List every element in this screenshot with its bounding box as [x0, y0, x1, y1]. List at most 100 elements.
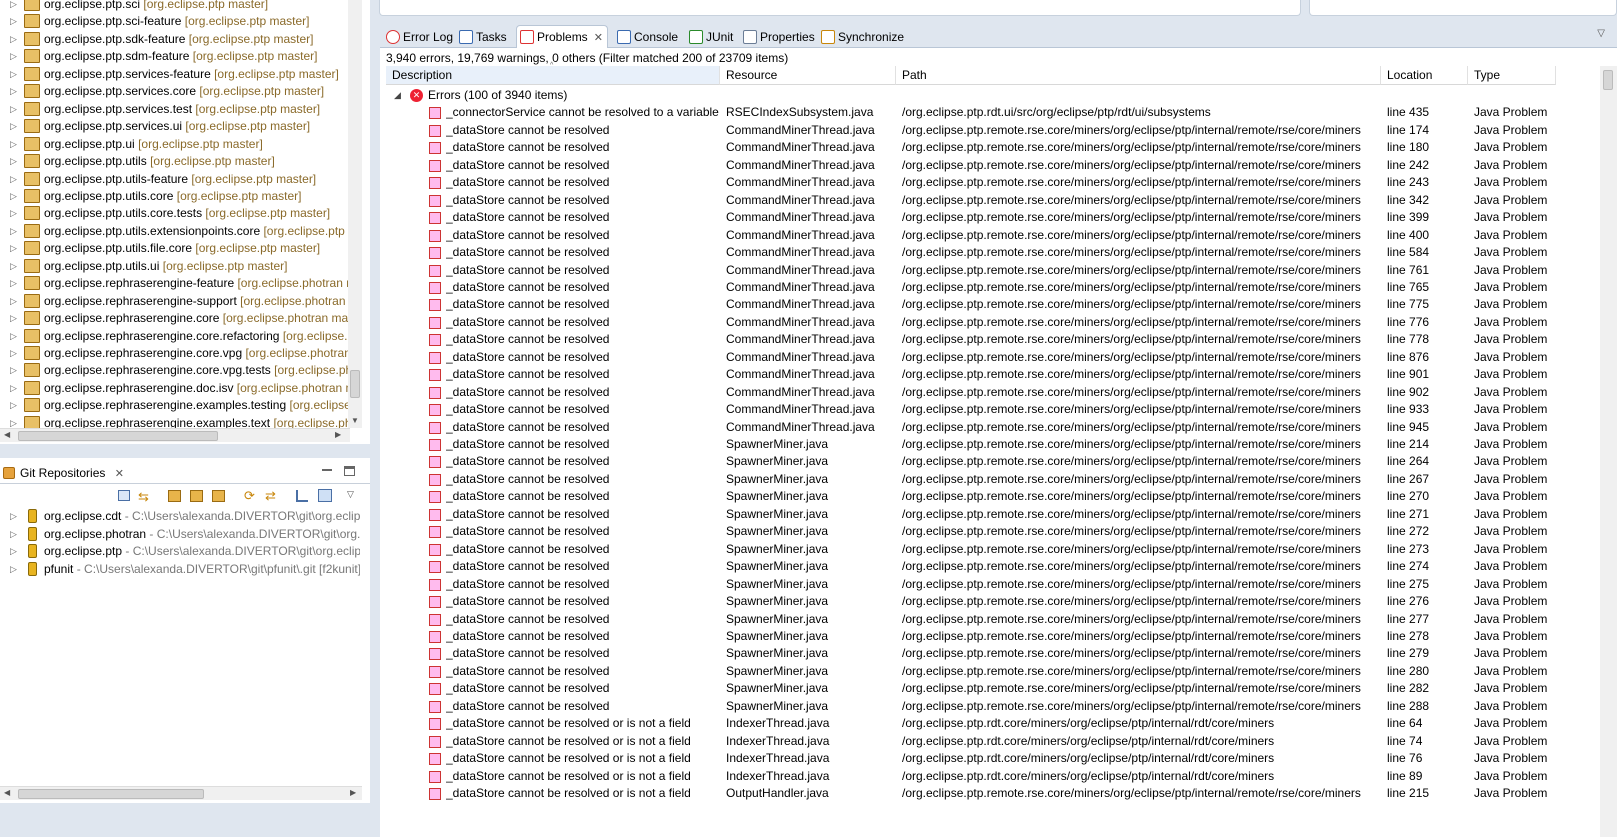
tree-item[interactable]: ▷ org.eclipse.rephraserengine.core.vpg.te… — [0, 361, 350, 379]
expand-arrow-icon[interactable]: ▷ — [10, 396, 20, 414]
problem-row[interactable]: _dataStore cannot be resolved CommandMine… — [386, 139, 1558, 157]
problem-row[interactable]: _dataStore cannot be resolved or is not … — [386, 750, 1558, 768]
problem-row[interactable]: _dataStore cannot be resolved or is not … — [386, 733, 1558, 751]
problem-row[interactable]: _dataStore cannot be resolved SpawnerMine… — [386, 680, 1558, 698]
problem-row[interactable]: _dataStore cannot be resolved SpawnerMine… — [386, 645, 1558, 663]
problem-row[interactable]: _dataStore cannot be resolved CommandMine… — [386, 157, 1558, 175]
tree-item[interactable]: ▷ org.eclipse.rephraserengine.core.vpg [o… — [0, 344, 350, 362]
problem-row[interactable]: _dataStore cannot be resolved CommandMine… — [386, 349, 1558, 367]
tab-tasks[interactable]: Tasks — [456, 26, 507, 48]
tree-item[interactable]: ▷ org.eclipse.rephraserengine-feature [or… — [0, 274, 350, 292]
expand-arrow-icon[interactable]: ▷ — [10, 292, 20, 310]
close-icon[interactable]: ✕ — [115, 468, 124, 480]
tree-item[interactable]: ▷ org.eclipse.ptp.utils.core [org.eclipse… — [0, 187, 350, 205]
expand-arrow-icon[interactable]: ▷ — [10, 152, 20, 170]
tree-item[interactable]: ▷ org.eclipse.ptp.utils.core.tests [org.e… — [0, 204, 350, 222]
expand-arrow-icon[interactable]: ▷ — [10, 344, 20, 362]
problem-row[interactable]: _dataStore cannot be resolved SpawnerMine… — [386, 453, 1558, 471]
expand-arrow-icon[interactable]: ▷ — [10, 0, 20, 13]
scroll-down-icon[interactable]: ▼ — [351, 416, 359, 425]
tree-item[interactable]: ▷ org.eclipse.ptp.services.ui [org.eclips… — [0, 117, 350, 135]
problem-row[interactable]: _dataStore cannot be resolved SpawnerMine… — [386, 611, 1558, 629]
project-tree-vscrollbar[interactable]: ▼ — [348, 0, 362, 428]
problems-vscrollbar[interactable] — [1600, 66, 1617, 837]
maximize-icon[interactable] — [344, 466, 355, 476]
pane-divider[interactable] — [370, 0, 379, 837]
problem-row[interactable]: _dataStore cannot be resolved or is not … — [386, 715, 1558, 733]
tree-item[interactable]: ▷ org.eclipse.rephraserengine.doc.isv [or… — [0, 379, 350, 397]
collapse-arrow-icon[interactable]: ◢ — [394, 87, 401, 104]
refresh-icon[interactable]: ⟳ — [244, 488, 255, 504]
problem-row[interactable]: _dataStore cannot be resolved CommandMine… — [386, 227, 1558, 245]
problem-row[interactable]: _dataStore cannot be resolved CommandMine… — [386, 279, 1558, 297]
problem-row[interactable]: _dataStore cannot be resolved SpawnerMine… — [386, 698, 1558, 716]
view-menu-icon[interactable]: ▽ — [1597, 28, 1605, 39]
tree-item[interactable]: ▷ org.eclipse.ptp.services.core [org.ecli… — [0, 82, 350, 100]
minimize-icon[interactable] — [322, 469, 332, 471]
tree-item[interactable]: ▷ org.eclipse.rephraserengine-support [or… — [0, 292, 350, 310]
problem-row[interactable]: _dataStore cannot be resolved CommandMine… — [386, 384, 1558, 402]
scroll-thumb[interactable] — [1603, 70, 1613, 90]
expand-arrow-icon[interactable]: ▷ — [10, 274, 20, 292]
scroll-thumb[interactable] — [18, 789, 204, 799]
tree-item[interactable]: ▷ org.eclipse.ptp.sdm-feature [org.eclips… — [0, 47, 350, 65]
problem-row[interactable]: _dataStore cannot be resolved SpawnerMine… — [386, 558, 1558, 576]
tree-item[interactable]: ▷ org.eclipse.rephraserengine.examples.te… — [0, 414, 350, 428]
tree-item[interactable]: ▷ org.eclipse.ptp.utils.ui [org.eclipse.p… — [0, 257, 350, 275]
problem-row[interactable]: _dataStore cannot be resolved SpawnerMine… — [386, 576, 1558, 594]
expand-arrow-icon[interactable]: ▷ — [10, 117, 20, 135]
expand-arrow-icon[interactable]: ▷ — [10, 542, 20, 560]
expand-arrow-icon[interactable]: ▷ — [10, 309, 20, 327]
tab-synchronize[interactable]: Synchronize — [818, 26, 904, 48]
tree-item[interactable]: ▷ org.eclipse.ptp.ui [org.eclipse.ptp mas… — [0, 135, 350, 153]
problem-row[interactable]: _dataStore cannot be resolved CommandMine… — [386, 122, 1558, 140]
problem-row[interactable]: _dataStore cannot be resolved CommandMine… — [386, 366, 1558, 384]
problem-row[interactable]: _dataStore cannot be resolved CommandMine… — [386, 209, 1558, 227]
tree-item[interactable]: ▷ org.eclipse.ptp.utils-feature [org.ecli… — [0, 170, 350, 188]
expand-arrow-icon[interactable]: ▷ — [10, 204, 20, 222]
tab-properties[interactable]: Properties — [740, 26, 815, 48]
problem-row[interactable]: _dataStore cannot be resolved CommandMine… — [386, 419, 1558, 437]
tree-item[interactable]: ▷ org.eclipse.ptp.sci [org.eclipse.ptp ma… — [0, 0, 350, 13]
expand-arrow-icon[interactable]: ▷ — [10, 12, 20, 30]
problem-row[interactable]: _dataStore cannot be resolved SpawnerMine… — [386, 436, 1558, 454]
tab-console[interactable]: Console — [614, 26, 678, 48]
problem-row[interactable]: _dataStore cannot be resolved SpawnerMine… — [386, 488, 1558, 506]
problem-row[interactable]: _dataStore cannot be resolved CommandMine… — [386, 401, 1558, 419]
problem-row[interactable]: _dataStore cannot be resolved CommandMine… — [386, 314, 1558, 332]
tree-item[interactable]: ▷ org.eclipse.ptp.utils [org.eclipse.ptp … — [0, 152, 350, 170]
clone-repository-icon[interactable] — [190, 490, 203, 502]
git-repository-item[interactable]: ▷ org.eclipse.ptp - C:\Users\alexanda.DIV… — [0, 542, 360, 560]
expand-arrow-icon[interactable]: ▷ — [10, 361, 20, 379]
expand-arrow-icon[interactable]: ▷ — [10, 135, 20, 153]
problem-row[interactable]: _dataStore cannot be resolved SpawnerMine… — [386, 506, 1558, 524]
problem-row[interactable]: _dataStore cannot be resolved SpawnerMine… — [386, 663, 1558, 681]
problem-row[interactable]: _dataStore cannot be resolved SpawnerMine… — [386, 628, 1558, 646]
tab-problems[interactable]: Problems ✕ — [516, 25, 608, 49]
problem-row[interactable]: _dataStore cannot be resolved SpawnerMine… — [386, 593, 1558, 611]
scroll-right-icon[interactable]: ▶ — [350, 788, 356, 797]
tree-item[interactable]: ▷ org.eclipse.ptp.sci-feature [org.eclips… — [0, 12, 350, 30]
link-with-editor-icon[interactable]: ⇆ — [138, 489, 149, 505]
column-header-location[interactable]: Location — [1381, 66, 1468, 85]
git-repository-item[interactable]: ▷ org.eclipse.photran - C:\Users\alexanda… — [0, 525, 360, 543]
column-header-type[interactable]: Type — [1468, 66, 1556, 85]
expand-arrow-icon[interactable]: ▷ — [10, 257, 20, 275]
expand-arrow-icon[interactable]: ▷ — [10, 30, 20, 48]
expand-arrow-icon[interactable]: ▷ — [10, 560, 20, 578]
git-hscrollbar[interactable]: ◀ ▶ — [0, 786, 362, 800]
tree-item[interactable]: ▷ org.eclipse.ptp.sdk-feature [org.eclips… — [0, 30, 350, 48]
expand-arrow-icon[interactable]: ▷ — [10, 525, 20, 543]
problem-row[interactable]: _dataStore cannot be resolved CommandMine… — [386, 262, 1558, 280]
scroll-left-icon[interactable]: ◀ — [4, 788, 10, 797]
expand-arrow-icon[interactable]: ▷ — [10, 239, 20, 257]
scroll-thumb[interactable] — [350, 370, 360, 398]
sync-icon[interactable]: ⇄ — [265, 488, 276, 504]
project-tree-hscrollbar[interactable]: ◀ ▶ — [0, 428, 350, 442]
hierarchy-icon[interactable] — [296, 490, 308, 502]
expand-arrow-icon[interactable]: ▷ — [10, 187, 20, 205]
tab-git-repositories[interactable]: Git Repositories ✕ — [0, 462, 124, 484]
problem-row[interactable]: _dataStore cannot be resolved CommandMine… — [386, 174, 1558, 192]
scroll-right-icon[interactable]: ▶ — [335, 430, 341, 439]
git-repository-item[interactable]: ▷ pfunit - C:\Users\alexanda.DIVERTOR\git… — [0, 560, 360, 578]
